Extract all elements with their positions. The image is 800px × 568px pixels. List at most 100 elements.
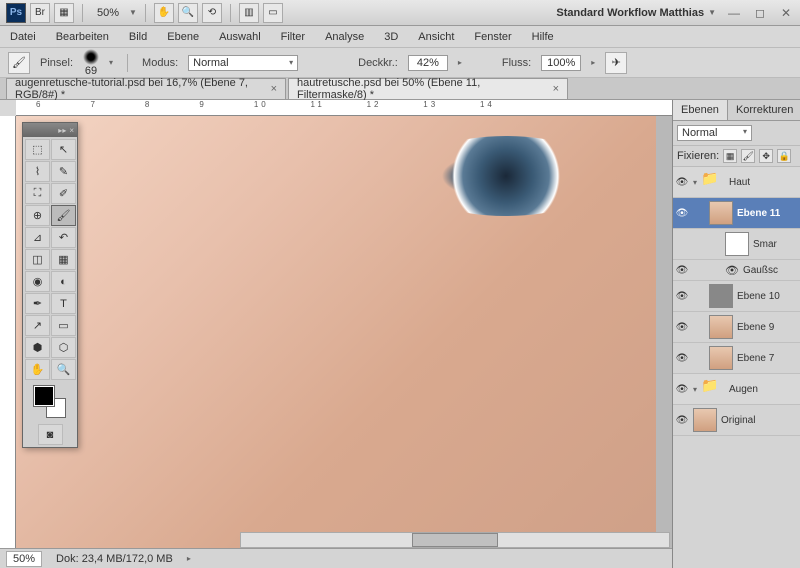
lock-pixels-icon[interactable]: 🖌: [741, 149, 755, 163]
layer-row[interactable]: 👁 Ebene 11: [673, 198, 800, 229]
zoom-display[interactable]: 50%: [91, 5, 125, 21]
color-swatches[interactable]: [23, 382, 77, 422]
tab-close-icon[interactable]: ×: [553, 83, 559, 95]
tools-panel-header[interactable]: ▸▸×: [23, 123, 77, 137]
3d-tool[interactable]: ⬢: [25, 337, 50, 358]
layer-thumbnail[interactable]: [709, 201, 733, 225]
menu-auswahl[interactable]: Auswahl: [217, 29, 263, 45]
brush-tool[interactable]: 🖌: [51, 205, 76, 226]
blend-mode-select[interactable]: Normal▾: [188, 55, 298, 71]
visibility-toggle[interactable]: 👁: [675, 263, 689, 277]
layer-row[interactable]: 👁 Ebene 7: [673, 343, 800, 374]
foreground-color[interactable]: [34, 386, 54, 406]
menu-bearbeiten[interactable]: Bearbeiten: [54, 29, 111, 45]
visibility-toggle[interactable]: 👁: [675, 289, 689, 303]
layer-row[interactable]: 👁 Original: [673, 405, 800, 436]
menu-fenster[interactable]: Fenster: [472, 29, 513, 45]
brush-tool-preset-icon[interactable]: 🖌: [8, 52, 30, 74]
visibility-toggle[interactable]: 👁: [675, 351, 689, 365]
flow-slider-icon[interactable]: ▸: [591, 58, 595, 67]
layer-row[interactable]: 👁 Ebene 10: [673, 281, 800, 312]
menu-filter[interactable]: Filter: [279, 29, 307, 45]
close-button[interactable]: ✕: [778, 5, 794, 21]
visibility-toggle[interactable]: 👁: [675, 206, 689, 220]
pen-tool[interactable]: ✒: [25, 293, 50, 314]
horizontal-scrollbar[interactable]: [240, 532, 670, 548]
screen-mode-icon[interactable]: ▭: [263, 3, 283, 23]
visibility-toggle[interactable]: 👁: [675, 382, 689, 396]
visibility-toggle[interactable]: 👁: [675, 320, 689, 334]
layer-row[interactable]: 👁▾📁Augen: [673, 374, 800, 405]
brush-preview[interactable]: 69: [83, 49, 99, 77]
tab-ebenen[interactable]: Ebenen: [673, 100, 728, 120]
history-icon[interactable]: ▦: [54, 3, 74, 23]
lock-transparency-icon[interactable]: ▦: [723, 149, 737, 163]
layer-name[interactable]: Ebene 7: [737, 353, 774, 364]
history-brush-tool[interactable]: ↶: [51, 227, 76, 248]
layer-row[interactable]: Smar: [673, 229, 800, 260]
shape-tool[interactable]: ▭: [51, 315, 76, 336]
layer-name[interactable]: Ebene 10: [737, 291, 780, 302]
layer-name[interactable]: Augen: [729, 384, 758, 395]
blur-tool[interactable]: ◉: [25, 271, 50, 292]
layer-thumbnail[interactable]: [693, 408, 717, 432]
layer-name[interactable]: Ebene 11: [737, 208, 780, 219]
menu-bild[interactable]: Bild: [127, 29, 149, 45]
visibility-toggle[interactable]: 👁: [675, 413, 689, 427]
group-disclosure-icon[interactable]: ▾: [693, 385, 697, 394]
tab-korrekturen[interactable]: Korrekturen: [728, 100, 800, 120]
type-tool[interactable]: T: [51, 293, 76, 314]
quick-select-tool[interactable]: ✎: [51, 161, 76, 182]
layer-thumbnail[interactable]: [709, 315, 733, 339]
menu-hilfe[interactable]: Hilfe: [530, 29, 556, 45]
layer-thumbnail[interactable]: [709, 346, 733, 370]
menu-datei[interactable]: Datei: [8, 29, 38, 45]
layer-name[interactable]: Haut: [729, 177, 750, 188]
eyedropper-tool[interactable]: ✐: [51, 183, 76, 204]
menu-analyse[interactable]: Analyse: [323, 29, 366, 45]
quick-mask-toggle[interactable]: ◙: [38, 424, 63, 445]
document-image[interactable]: [16, 116, 656, 556]
flow-field[interactable]: 100%: [541, 55, 581, 71]
layer-row[interactable]: 👁 Ebene 9: [673, 312, 800, 343]
layer-name[interactable]: Original: [721, 415, 755, 426]
eraser-tool[interactable]: ◫: [25, 249, 50, 270]
maximize-button[interactable]: ◻: [752, 5, 768, 21]
crop-tool[interactable]: ⛶: [25, 183, 50, 204]
layer-name[interactable]: Ebene 9: [737, 322, 774, 333]
workspace-switcher[interactable]: Standard Workflow Matthias: [556, 7, 704, 19]
layer-blend-mode[interactable]: Normal▾: [677, 125, 752, 141]
opacity-field[interactable]: 42%: [408, 55, 448, 71]
ruler-vertical[interactable]: [0, 116, 16, 568]
dodge-tool[interactable]: ◐: [51, 271, 76, 292]
rotate-view-icon[interactable]: ⟲: [202, 3, 222, 23]
gradient-tool[interactable]: ▦: [51, 249, 76, 270]
3d-camera-tool[interactable]: ⬡: [51, 337, 76, 358]
lasso-tool[interactable]: ⌇: [25, 161, 50, 182]
layer-thumbnail[interactable]: [725, 232, 749, 256]
chevron-down-icon[interactable]: ▼: [708, 8, 716, 17]
status-menu-icon[interactable]: ▸: [187, 554, 191, 563]
path-select-tool[interactable]: ↗: [25, 315, 50, 336]
lock-position-icon[interactable]: ✥: [759, 149, 773, 163]
tab-close-icon[interactable]: ×: [271, 83, 277, 95]
bridge-icon[interactable]: Br: [30, 3, 50, 23]
stamp-tool[interactable]: ⊿: [25, 227, 50, 248]
menu-ebene[interactable]: Ebene: [165, 29, 201, 45]
airbrush-icon[interactable]: ✈: [605, 52, 627, 74]
zoom-tool-icon[interactable]: 🔍: [178, 3, 198, 23]
hand-tool-icon[interactable]: ✋: [154, 3, 174, 23]
opacity-slider-icon[interactable]: ▸: [458, 58, 462, 67]
menu-ansicht[interactable]: Ansicht: [416, 29, 456, 45]
document-tab-1[interactable]: augenretusche-tutorial.psd bei 16,7% (Eb…: [6, 78, 286, 99]
visibility-toggle[interactable]: 👁: [675, 175, 689, 189]
document-tab-2[interactable]: hautretusche.psd bei 50% (Ebene 11, Filt…: [288, 78, 568, 99]
layer-name[interactable]: Smar: [753, 239, 777, 250]
layer-row[interactable]: 👁▾📁Haut: [673, 167, 800, 198]
zoom-tool[interactable]: 🔍: [51, 359, 76, 380]
layer-thumbnail[interactable]: [709, 284, 733, 308]
layer-name[interactable]: Gaußsc: [743, 265, 778, 276]
visibility-toggle[interactable]: [675, 237, 689, 251]
scrollbar-thumb[interactable]: [412, 533, 498, 547]
group-disclosure-icon[interactable]: ▾: [693, 178, 697, 187]
